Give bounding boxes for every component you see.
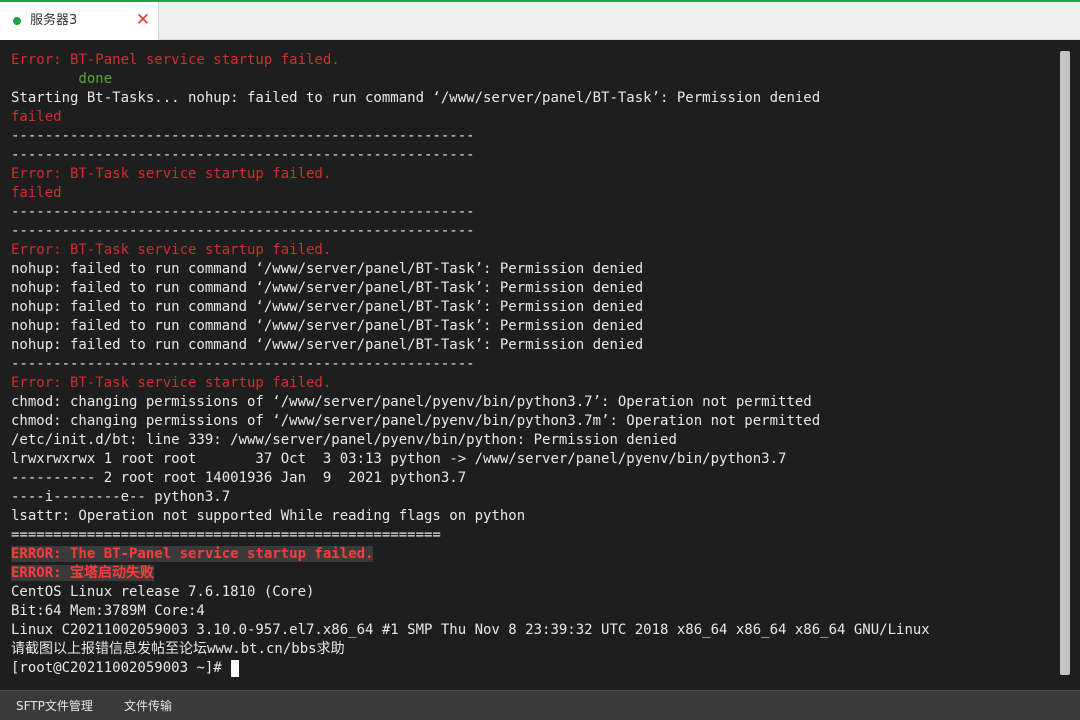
terminal-line-text: chmod: changing permissions of ‘/www/ser…	[11, 394, 812, 410]
terminal-line-text: ========================================…	[11, 527, 441, 543]
terminal-line-text: Error: BT-Task service startup failed.	[11, 375, 332, 391]
terminal-line: Error: BT-Task service startup failed.	[11, 241, 1056, 260]
terminal-line: ERROR: 宝塔启动失败	[11, 564, 1056, 583]
terminal-line-text: lsattr: Operation not supported While re…	[11, 508, 526, 524]
terminal-line-text: Error: BT-Task service startup failed.	[11, 166, 332, 182]
terminal-line-text: done	[11, 71, 113, 87]
scrollbar-thumb[interactable]	[1060, 51, 1070, 675]
terminal-line-text: ----------------------------------------…	[11, 128, 475, 144]
terminal-line-text: nohup: failed to run command ‘/www/serve…	[11, 261, 644, 277]
tab-label: 服务器3	[30, 13, 78, 28]
terminal-lines: Error: BT-Panel service startup failed. …	[11, 51, 1056, 659]
terminal-line: Bit:64 Mem:3789M Core:4	[11, 602, 1056, 621]
close-icon[interactable]: ✕	[134, 11, 152, 29]
terminal-line: failed	[11, 108, 1056, 127]
terminal-line: nohup: failed to run command ‘/www/serve…	[11, 336, 1056, 355]
tab-server3[interactable]: 服务器3 ✕	[0, 2, 159, 40]
terminal-line-text: ---------- 2 root root 14001936 Jan 9 20…	[11, 470, 467, 486]
terminal-line-text: 请截图以上报错信息发帖至论坛www.bt.cn/bbs求助	[11, 641, 345, 657]
terminal-line: ---------- 2 root root 14001936 Jan 9 20…	[11, 469, 1056, 488]
terminal-line-text: ----------------------------------------…	[11, 147, 475, 163]
terminal-line: 请截图以上报错信息发帖至论坛www.bt.cn/bbs求助	[11, 640, 1056, 659]
terminal-output[interactable]: Error: BT-Panel service startup failed. …	[0, 40, 1056, 690]
terminal-line-text: nohup: failed to run command ‘/www/serve…	[11, 318, 644, 334]
terminal-line-text: ----i--------e-- python3.7	[11, 489, 231, 505]
terminal-line-text: Error: BT-Panel service startup failed.	[11, 52, 340, 68]
terminal-line-text: Starting Bt-Tasks... nohup: failed to ru…	[11, 90, 821, 106]
terminal-line-text: ERROR: 宝塔启动失败	[11, 565, 155, 581]
terminal-line-text: Error: BT-Task service startup failed.	[11, 242, 332, 258]
terminal-line: nohup: failed to run command ‘/www/serve…	[11, 317, 1056, 336]
bottom-toolbar: SFTP文件管理 文件传输	[0, 690, 1080, 720]
terminal-line-text: lrwxrwxrwx 1 root root 37 Oct 3 03:13 py…	[11, 451, 787, 467]
file-transfer-button[interactable]: 文件传输	[124, 696, 172, 716]
terminal-line: done	[11, 70, 1056, 89]
sftp-file-manager-button[interactable]: SFTP文件管理	[16, 696, 93, 716]
terminal-line: nohup: failed to run command ‘/www/serve…	[11, 298, 1056, 317]
terminal-line: ----------------------------------------…	[11, 203, 1056, 222]
terminal-line: lrwxrwxrwx 1 root root 37 Oct 3 03:13 py…	[11, 450, 1056, 469]
terminal-line: CentOS Linux release 7.6.1810 (Core)	[11, 583, 1056, 602]
terminal-line: ----------------------------------------…	[11, 355, 1056, 374]
terminal-line: chmod: changing permissions of ‘/www/ser…	[11, 412, 1056, 431]
terminal-line: /etc/init.d/bt: line 339: /www/server/pa…	[11, 431, 1056, 450]
shell-prompt: [root@C20211002059003 ~]#	[11, 660, 231, 676]
terminal-line-text: ERROR: The BT-Panel service startup fail…	[11, 546, 374, 562]
terminal-line-text: ----------------------------------------…	[11, 223, 475, 239]
terminal-line-text: failed	[11, 109, 62, 125]
terminal-line-text: Linux C20211002059003 3.10.0-957.el7.x86…	[11, 622, 930, 638]
tab-bar: 服务器3 ✕	[0, 2, 1080, 40]
terminal-line: Error: BT-Task service startup failed.	[11, 165, 1056, 184]
terminal-line: ----------------------------------------…	[11, 222, 1056, 241]
terminal-line: nohup: failed to run command ‘/www/serve…	[11, 260, 1056, 279]
terminal-app-window: 服务器3 ✕ Error: BT-Panel service startup f…	[0, 0, 1080, 720]
terminal-line: failed	[11, 184, 1056, 203]
text-cursor	[231, 660, 240, 677]
terminal-line: Linux C20211002059003 3.10.0-957.el7.x86…	[11, 621, 1056, 640]
terminal-scrollbar[interactable]	[1058, 48, 1072, 678]
terminal-line: Starting Bt-Tasks... nohup: failed to ru…	[11, 89, 1056, 108]
prompt-line[interactable]: [root@C20211002059003 ~]#	[11, 659, 1056, 678]
terminal-line: ----i--------e-- python3.7	[11, 488, 1056, 507]
terminal-line-text: /etc/init.d/bt: line 339: /www/server/pa…	[11, 432, 677, 448]
terminal-line: ----------------------------------------…	[11, 127, 1056, 146]
terminal-line: chmod: changing permissions of ‘/www/ser…	[11, 393, 1056, 412]
terminal-line: lsattr: Operation not supported While re…	[11, 507, 1056, 526]
terminal-line-text: ----------------------------------------…	[11, 356, 475, 372]
terminal-line: ----------------------------------------…	[11, 146, 1056, 165]
terminal-line: Error: BT-Task service startup failed.	[11, 374, 1056, 393]
terminal-line: Error: BT-Panel service startup failed.	[11, 51, 1056, 70]
terminal-line: ========================================…	[11, 526, 1056, 545]
connection-status-icon	[13, 17, 21, 25]
terminal-line-text: nohup: failed to run command ‘/www/serve…	[11, 299, 644, 315]
terminal-line-text: CentOS Linux release 7.6.1810 (Core)	[11, 584, 315, 600]
terminal-line-text: chmod: changing permissions of ‘/www/ser…	[11, 413, 821, 429]
terminal-line-text: nohup: failed to run command ‘/www/serve…	[11, 280, 644, 296]
terminal-line-text: ----------------------------------------…	[11, 204, 475, 220]
terminal-line-text: Bit:64 Mem:3789M Core:4	[11, 603, 205, 619]
terminal-line: nohup: failed to run command ‘/www/serve…	[11, 279, 1056, 298]
terminal-line-text: nohup: failed to run command ‘/www/serve…	[11, 337, 644, 353]
terminal-line-text: failed	[11, 185, 62, 201]
terminal-line: ERROR: The BT-Panel service startup fail…	[11, 545, 1056, 564]
